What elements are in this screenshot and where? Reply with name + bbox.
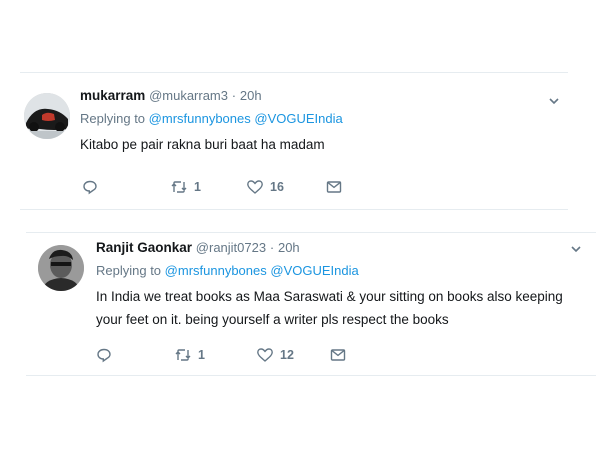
tweet-actions: 1 12 — [96, 347, 346, 363]
avatar-image — [24, 93, 70, 139]
reply-icon — [97, 348, 111, 363]
chevron-down-icon[interactable] — [570, 243, 582, 255]
chevron-down-icon[interactable] — [548, 95, 560, 107]
direct-message-button[interactable] — [326, 180, 342, 194]
tweet-header: mukarram @mukarram3 · 20h — [80, 87, 560, 105]
user-handle[interactable]: @ranjit0723 — [196, 240, 266, 255]
reply-icon — [83, 180, 97, 195]
mention-link[interactable]: @mrsfunnybones — [149, 111, 251, 126]
mention-link[interactable]: @VOGUEIndia — [270, 263, 358, 278]
retweet-count: 1 — [198, 348, 205, 362]
mention-link[interactable]: @mrsfunnybones — [165, 263, 267, 278]
replying-label: Replying to — [80, 111, 146, 126]
retweet-icon — [171, 181, 187, 193]
tweet-content: Ranjit Gaonkar @ranjit0723 · 20h Replyin… — [96, 239, 591, 331]
heart-icon — [257, 348, 273, 362]
replying-to: Replying to @mrsfunnybones @VOGUEIndia — [80, 111, 560, 127]
tweet-header: Ranjit Gaonkar @ranjit0723 · 20h — [96, 239, 591, 257]
avatar[interactable] — [24, 93, 70, 139]
replying-to: Replying to @mrsfunnybones @VOGUEIndia — [96, 263, 591, 279]
envelope-icon — [330, 349, 346, 361]
mention-link[interactable]: @VOGUEIndia — [254, 111, 342, 126]
direct-message-button[interactable] — [330, 348, 346, 362]
retweet-count: 1 — [194, 180, 201, 194]
retweet-button[interactable]: 1 — [170, 179, 246, 195]
separator-dot: · — [231, 88, 237, 103]
reply-button[interactable] — [96, 347, 174, 363]
separator-dot: · — [269, 240, 275, 255]
tweet-text: In India we treat books as Maa Saraswati… — [96, 289, 563, 327]
timestamp[interactable]: 20h — [240, 88, 262, 103]
avatar[interactable] — [38, 245, 84, 291]
tweet-text: Kitabo pe pair rakna buri baat ha madam — [80, 137, 325, 152]
user-handle[interactable]: @mukarram3 — [149, 88, 228, 103]
display-name[interactable]: Ranjit Gaonkar — [96, 240, 192, 255]
tweet-actions: 1 16 — [82, 179, 342, 195]
retweet-icon — [175, 349, 191, 361]
envelope-icon — [326, 181, 342, 193]
retweet-button[interactable]: 1 — [174, 347, 256, 363]
like-count: 12 — [280, 348, 294, 362]
tweet-card[interactable]: Ranjit Gaonkar @ranjit0723 · 20h Replyin… — [26, 232, 596, 376]
replying-label: Replying to — [96, 263, 162, 278]
like-button[interactable]: 16 — [246, 179, 326, 195]
heart-icon — [247, 180, 263, 194]
tweet-card[interactable]: mukarram @mukarram3 · 20h Replying to @m… — [20, 72, 568, 210]
like-button[interactable]: 12 — [256, 347, 330, 363]
avatar-image — [38, 245, 84, 291]
like-count: 16 — [270, 180, 284, 194]
display-name[interactable]: mukarram — [80, 88, 145, 103]
tweet-content: mukarram @mukarram3 · 20h Replying to @m… — [80, 87, 560, 156]
reply-button[interactable] — [82, 179, 170, 195]
timestamp[interactable]: 20h — [278, 240, 300, 255]
